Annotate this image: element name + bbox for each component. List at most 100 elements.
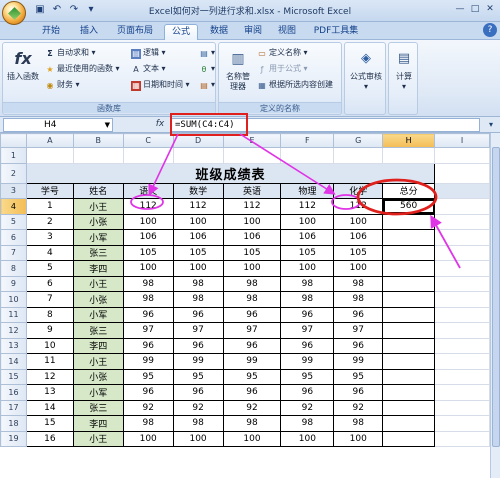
cell[interactable]: 2 bbox=[25, 213, 74, 230]
cell[interactable]: 105 bbox=[172, 244, 224, 261]
cell[interactable]: 96 bbox=[333, 384, 384, 401]
cell[interactable]: 92 bbox=[280, 399, 335, 416]
cell[interactable]: 105 bbox=[280, 244, 335, 261]
cell[interactable]: 4 bbox=[25, 244, 74, 261]
cell[interactable] bbox=[382, 306, 436, 323]
logical-button[interactable]: ▤ 逻辑 ▾ bbox=[131, 47, 166, 59]
cell[interactable]: 105 bbox=[222, 244, 282, 261]
header-cell[interactable]: 物理 bbox=[280, 182, 335, 199]
vertical-scrollbar[interactable] bbox=[490, 133, 500, 478]
expand-formula-bar-icon[interactable]: ▾ bbox=[485, 118, 497, 132]
cell[interactable]: 112 bbox=[122, 198, 174, 215]
name-box[interactable]: H4 ▼ bbox=[3, 118, 113, 132]
formula-auditing-button[interactable]: ◈ 公式审核 ▾ bbox=[346, 47, 386, 92]
cell[interactable]: 小军 bbox=[72, 306, 124, 323]
tab-data[interactable]: 数据 bbox=[204, 24, 234, 40]
cell[interactable]: 96 bbox=[222, 337, 282, 354]
name-manager-button[interactable]: ▥ 名称管理器 bbox=[223, 47, 253, 92]
lookup-button[interactable]: ▤ ▾ bbox=[199, 47, 215, 59]
scrollbar-thumb[interactable] bbox=[492, 147, 500, 447]
cell[interactable]: 6 bbox=[25, 275, 74, 292]
cell[interactable]: 97 bbox=[122, 322, 174, 339]
cell[interactable]: 100 bbox=[172, 260, 224, 277]
cell[interactable]: 小军 bbox=[72, 384, 124, 401]
cell[interactable]: 李四 bbox=[72, 337, 124, 354]
cell[interactable] bbox=[434, 275, 490, 292]
cell[interactable]: 98 bbox=[280, 275, 335, 292]
maximize-icon[interactable]: □ bbox=[469, 3, 481, 15]
row-header[interactable]: 17 bbox=[0, 399, 27, 416]
cell[interactable]: 98 bbox=[172, 415, 224, 432]
cell[interactable]: 99 bbox=[333, 353, 384, 370]
cell[interactable] bbox=[382, 244, 436, 261]
cell[interactable]: 100 bbox=[222, 260, 282, 277]
row-header[interactable]: 18 bbox=[0, 415, 27, 432]
cell[interactable] bbox=[434, 322, 490, 339]
cell[interactable]: 7 bbox=[25, 291, 74, 308]
cell[interactable]: 105 bbox=[122, 244, 174, 261]
cell[interactable]: 12 bbox=[25, 368, 74, 385]
cell[interactable]: 106 bbox=[122, 229, 174, 246]
cell[interactable] bbox=[434, 198, 490, 215]
cell[interactable]: 112 bbox=[222, 198, 282, 215]
cell[interactable]: 98 bbox=[280, 291, 335, 308]
cell[interactable]: 106 bbox=[222, 229, 282, 246]
cell[interactable]: 96 bbox=[122, 384, 174, 401]
cell[interactable]: 小王 bbox=[72, 430, 124, 447]
cell[interactable] bbox=[382, 384, 436, 401]
cell[interactable] bbox=[382, 322, 436, 339]
cell[interactable]: 98 bbox=[122, 291, 174, 308]
cell[interactable]: 14 bbox=[25, 399, 74, 416]
cell[interactable]: 小王 bbox=[72, 198, 124, 215]
cell[interactable]: 100 bbox=[222, 213, 282, 230]
header-cell[interactable]: 英语 bbox=[222, 182, 282, 199]
cell[interactable]: 1 bbox=[25, 198, 74, 215]
tab-formulas[interactable]: 公式 bbox=[164, 24, 198, 40]
cell[interactable]: 112 bbox=[280, 198, 335, 215]
cell[interactable]: 100 bbox=[122, 260, 174, 277]
row-header[interactable]: 7 bbox=[0, 244, 27, 261]
header-cell[interactable]: 总分 bbox=[382, 182, 436, 199]
cell[interactable]: 李四 bbox=[72, 415, 124, 432]
cell[interactable] bbox=[434, 353, 490, 370]
cell[interactable]: 11 bbox=[25, 353, 74, 370]
row-header[interactable]: 15 bbox=[0, 368, 27, 385]
cell[interactable] bbox=[382, 430, 436, 447]
cell[interactable] bbox=[434, 229, 490, 246]
financial-button[interactable]: ◉ 财务 ▾ bbox=[45, 79, 80, 91]
cell[interactable]: 16 bbox=[25, 430, 74, 447]
select-all-corner[interactable] bbox=[0, 133, 27, 148]
tab-page-layout[interactable]: 页面布局 bbox=[110, 24, 160, 40]
cell[interactable]: 106 bbox=[280, 229, 335, 246]
sheet-title[interactable]: 班级成绩表 bbox=[25, 162, 436, 184]
cell[interactable] bbox=[382, 275, 436, 292]
minimize-icon[interactable]: — bbox=[454, 3, 466, 15]
cell[interactable]: 95 bbox=[333, 368, 384, 385]
cell[interactable]: 98 bbox=[172, 275, 224, 292]
cell[interactable]: 98 bbox=[222, 291, 282, 308]
cell[interactable]: 98 bbox=[333, 415, 384, 432]
define-name-button[interactable]: ▭ 定义名称 ▾ bbox=[257, 47, 307, 59]
cell[interactable]: 99 bbox=[280, 353, 335, 370]
cell[interactable] bbox=[382, 368, 436, 385]
cell[interactable]: 3 bbox=[25, 229, 74, 246]
cell[interactable] bbox=[382, 291, 436, 308]
calculation-button[interactable]: ▤ 计算 ▾ bbox=[390, 47, 418, 92]
cell[interactable] bbox=[434, 244, 490, 261]
cell[interactable]: 9 bbox=[25, 322, 74, 339]
cell[interactable] bbox=[434, 213, 490, 230]
cell[interactable]: 张三 bbox=[72, 322, 124, 339]
row-header[interactable]: 14 bbox=[0, 353, 27, 370]
cell[interactable]: 98 bbox=[333, 291, 384, 308]
col-header[interactable]: H bbox=[382, 133, 436, 148]
cell[interactable]: 98 bbox=[333, 275, 384, 292]
cell[interactable] bbox=[382, 260, 436, 277]
cell[interactable]: 96 bbox=[280, 384, 335, 401]
cell[interactable]: 15 bbox=[25, 415, 74, 432]
cell[interactable]: 96 bbox=[280, 306, 335, 323]
row-header[interactable]: 3 bbox=[0, 182, 27, 199]
cell[interactable]: 97 bbox=[222, 322, 282, 339]
cell[interactable]: 98 bbox=[222, 415, 282, 432]
office-button[interactable] bbox=[2, 1, 26, 25]
row-header[interactable]: 5 bbox=[0, 213, 27, 230]
